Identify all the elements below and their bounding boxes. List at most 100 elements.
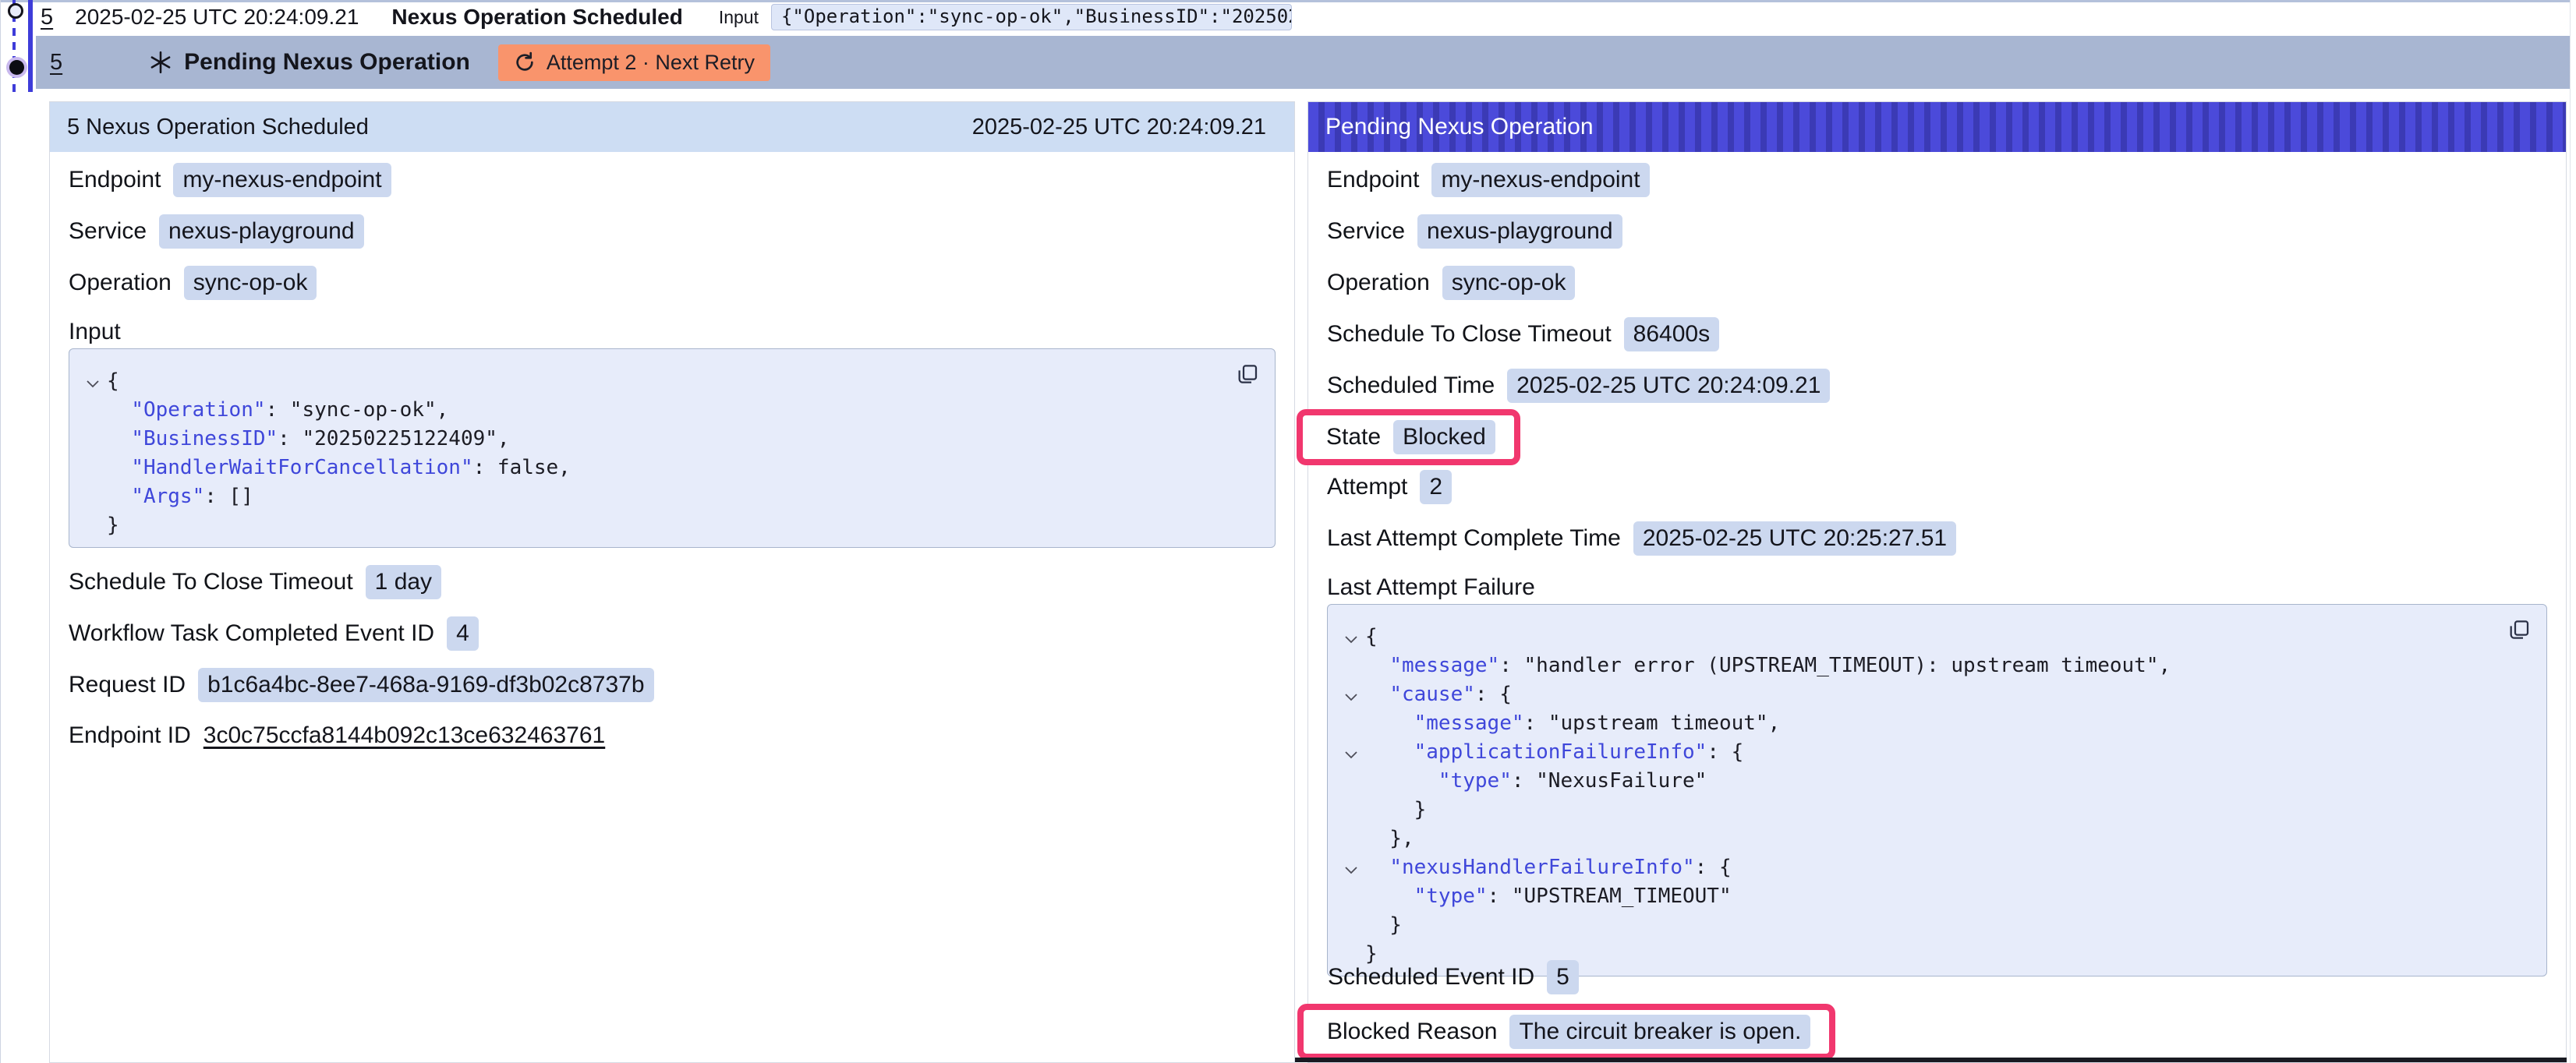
code-line: "message": "handler error (UPSTREAM_TIME…	[1337, 651, 2531, 680]
annotation-highlight-box: Blocked Reason The circuit breaker is ope…	[1297, 1004, 1835, 1060]
code-line: "HandlerWaitForCancellation": false,	[79, 453, 1259, 482]
service-label: Service	[1327, 218, 1405, 245]
code-text: }	[107, 514, 119, 537]
blocked-reason-label: Blocked Reason	[1327, 1019, 1497, 1045]
code-text: "message": "upstream timeout",	[1365, 712, 1780, 735]
code-line: "Operation": "sync-op-ok",	[79, 395, 1259, 424]
code-text: "HandlerWaitForCancellation": false,	[107, 456, 571, 479]
code-text: }	[1365, 913, 1402, 937]
request-id-label: Request ID	[69, 672, 186, 698]
pending-event-id-link[interactable]: 5	[50, 50, 62, 76]
copy-icon[interactable]	[1234, 362, 1259, 390]
retry-status-badge: Attempt 2 · Next Retry	[498, 44, 770, 81]
event-input-label: Input	[719, 7, 759, 28]
field-row-service: Service nexus-playground	[69, 214, 1276, 249]
pending-operation-panel: Pending Nexus Operation Endpointmy-nexus…	[1307, 101, 2567, 1063]
field-row-endpoint: Endpointmy-nexus-endpoint	[69, 163, 1276, 197]
scrollbar-gutter[interactable]	[2570, 0, 2576, 1063]
input-json-lines: { "Operation": "sync-op-ok", "BusinessID…	[79, 366, 1259, 539]
code-text: "Args": []	[107, 485, 253, 508]
code-line: "type": "UPSTREAM_TIMEOUT"	[1337, 881, 2531, 910]
schedule-to-close-timeout-value: 86400s	[1624, 317, 1719, 351]
field-row-schedule-to-close-timeout: Schedule To Close Timeout1 day	[69, 565, 1276, 599]
code-line: "type": "NexusFailure"	[1337, 766, 2531, 795]
nexus-asterisk-icon	[148, 50, 173, 75]
field-row-scheduled-time: Scheduled Time2025-02-25 UTC 20:24:09.21	[1327, 369, 2547, 403]
code-line: {	[1337, 622, 2531, 651]
last-attempt-complete-time-value: 2025-02-25 UTC 20:25:27.51	[1633, 521, 1956, 556]
retry-icon	[514, 51, 536, 73]
event-row-nexus-operation-scheduled[interactable]: 5 2025-02-25 UTC 20:24:09.21 Nexus Opera…	[41, 2, 2568, 32]
request-id-value: b1c6a4bc-8ee7-468a-9169-df3b02c8737b	[198, 668, 653, 702]
code-line: }	[79, 510, 1259, 539]
endpoint-label: Endpoint	[69, 167, 161, 193]
code-line: }	[1337, 795, 2531, 824]
field-row-attempt: Attempt2	[1327, 470, 2547, 504]
operation-value: sync-op-ok	[184, 266, 317, 300]
service-label: Service	[69, 218, 147, 245]
collapse-chevron-icon[interactable]	[1337, 745, 1365, 764]
input-section-label: Input	[69, 316, 1276, 348]
collapse-chevron-icon[interactable]	[1337, 860, 1365, 879]
pending-nexus-operation-row[interactable]: 5 Pending Nexus Operation Attempt 2 · Ne…	[36, 36, 2570, 89]
timeline-selection-bar	[28, 0, 33, 92]
field-row-endpoint: Endpointmy-nexus-endpoint	[1327, 163, 2547, 197]
blocked-reason-value: The circuit breaker is open.	[1509, 1015, 1810, 1049]
code-text: "type": "NexusFailure"	[1365, 769, 1707, 793]
left-panel-timestamp: 2025-02-25 UTC 20:24:09.21	[972, 115, 1266, 140]
endpoint-id-value[interactable]: 3c0c75ccfa8144b092c13ce632463761	[203, 722, 605, 749]
code-text: "applicationFailureInfo": {	[1365, 740, 1743, 764]
left-fields-bottom: Schedule To Close Timeout1 day Workflow T…	[69, 565, 1276, 752]
operation-value: sync-op-ok	[1442, 266, 1576, 300]
right-fields-bottom: Scheduled Event ID5 Blocked Reason The cir…	[1328, 960, 1835, 1060]
scheduled-event-id-label: Scheduled Event ID	[1328, 964, 1534, 991]
left-panel-body: Endpointmy-nexus-endpoint Service nexus-pl…	[50, 152, 1294, 752]
code-text: "message": "handler error (UPSTREAM_TIME…	[1365, 654, 2171, 677]
schedule-to-close-timeout-label: Schedule To Close Timeout	[69, 569, 353, 595]
service-value: nexus-playground	[1417, 214, 1622, 249]
code-line: "BusinessID": "20250225122409",	[79, 424, 1259, 453]
failure-json-lines: { "message": "handler error (UPSTREAM_TI…	[1337, 622, 2531, 968]
timeline-selected-node-icon[interactable]	[9, 60, 24, 75]
field-row-scheduled-event-id: Scheduled Event ID5	[1328, 960, 1835, 994]
retry-badge-label: Attempt 2 · Next Retry	[547, 51, 755, 75]
collapse-chevron-icon[interactable]	[79, 374, 107, 393]
window-left-border	[0, 0, 1, 1063]
collapse-chevron-icon[interactable]	[1337, 630, 1365, 648]
field-row-operation: Operation sync-op-ok	[1327, 266, 2547, 300]
code-text: "BusinessID": "20250225122409",	[107, 427, 510, 450]
code-line: {	[79, 366, 1259, 395]
schedule-to-close-timeout-label: Schedule To Close Timeout	[1327, 321, 1612, 348]
endpoint-value: my-nexus-endpoint	[1431, 163, 1649, 197]
event-detail-panel: 5 Nexus Operation Scheduled 2025-02-25 U…	[49, 101, 1295, 1063]
timeline-node-icon[interactable]	[8, 3, 23, 19]
right-panel-title: Pending Nexus Operation	[1325, 114, 1594, 140]
event-id-link[interactable]: 5	[41, 5, 53, 30]
attempt-value: 2	[1420, 470, 1452, 504]
operation-label: Operation	[1327, 270, 1430, 296]
field-row-schedule-to-close-timeout: Schedule To Close Timeout 86400s	[1327, 317, 2547, 351]
pending-title: Pending Nexus Operation	[184, 49, 470, 76]
field-row-state: State Blocked	[1327, 409, 2547, 465]
left-fields-top: Endpointmy-nexus-endpoint Service nexus-pl…	[69, 163, 1276, 300]
scheduled-time-value: 2025-02-25 UTC 20:24:09.21	[1507, 369, 1830, 403]
collapse-chevron-icon[interactable]	[1337, 687, 1365, 706]
right-panel-body: Endpointmy-nexus-endpoint Service nexus-pl…	[1308, 152, 2566, 976]
field-row-operation: Operationsync-op-ok	[69, 266, 1276, 300]
event-input-preview-chip[interactable]: {"Operation":"sync-op-ok","BusinessID":"…	[771, 4, 1292, 30]
event-title: Nexus Operation Scheduled	[391, 5, 682, 30]
code-line: "applicationFailureInfo": {	[1337, 737, 2531, 766]
workflow-task-completed-event-id-label: Workflow Task Completed Event ID	[69, 620, 434, 647]
field-row-request-id: Request ID b1c6a4bc-8ee7-468a-9169-df3b02…	[69, 668, 1276, 702]
code-text: "Operation": "sync-op-ok",	[107, 398, 448, 422]
state-value: Blocked	[1393, 420, 1495, 454]
left-panel-header: 5 Nexus Operation Scheduled 2025-02-25 U…	[50, 102, 1294, 152]
field-row-workflow-task-completed-event-id: Workflow Task Completed Event ID4	[69, 616, 1276, 651]
endpoint-id-label: Endpoint ID	[69, 722, 191, 749]
code-text: {	[1365, 625, 1378, 648]
field-row-service: Service nexus-playground	[1327, 214, 2547, 249]
service-value: nexus-playground	[159, 214, 364, 249]
state-label: State	[1326, 424, 1381, 450]
copy-icon[interactable]	[2506, 617, 2531, 646]
code-line: "Args": []	[79, 482, 1259, 510]
